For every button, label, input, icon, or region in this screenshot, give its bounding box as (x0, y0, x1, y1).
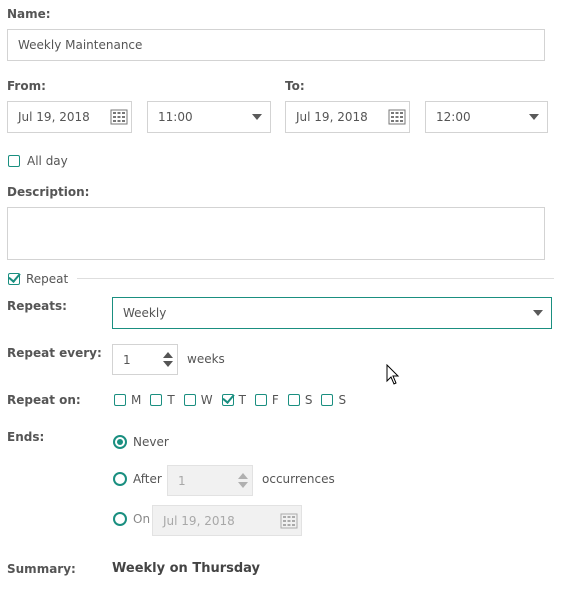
repeats-value: Weekly (123, 306, 167, 320)
stepper-up-icon[interactable] (163, 352, 173, 358)
summary-label: Summary: (7, 562, 76, 576)
description-textarea[interactable] (7, 207, 545, 260)
to-time-select[interactable]: 12:00 (425, 101, 548, 133)
ends-after-unit: occurrences (262, 472, 335, 486)
mouse-cursor-icon (386, 364, 400, 385)
ends-after-value: 1 (178, 473, 186, 488)
stepper-arrows[interactable] (236, 468, 250, 493)
all-day-label: All day (27, 154, 68, 168)
stepper-up-icon[interactable] (238, 473, 248, 479)
chevron-down-icon (252, 114, 262, 120)
ends-after-label: After (133, 472, 162, 486)
day-checkbox[interactable] (183, 394, 196, 406)
calendar-icon[interactable] (388, 109, 406, 125)
day-label: S (338, 393, 347, 407)
day-label: S (304, 393, 313, 407)
day-saturday[interactable]: S (287, 393, 313, 407)
to-label: To: (285, 79, 305, 93)
day-sunday[interactable]: S (321, 393, 346, 407)
day-checkbox[interactable] (254, 394, 267, 406)
all-day-checkbox[interactable]: All day (8, 154, 68, 168)
from-date-value: Jul 19, 2018 (18, 110, 90, 124)
from-time-select[interactable]: 11:00 (147, 101, 271, 133)
day-checkbox[interactable] (114, 394, 126, 406)
ends-on-label: On (133, 512, 151, 526)
day-wednesday[interactable]: W (183, 393, 213, 407)
ends-never-radio[interactable] (113, 435, 127, 449)
repeat-label: Repeat (26, 272, 69, 286)
description-label: Description: (7, 185, 90, 199)
to-time-value: 12:00 (436, 110, 471, 124)
day-label: T (238, 393, 246, 407)
ends-after-option[interactable]: After (113, 472, 162, 486)
repeats-select[interactable]: Weekly (112, 297, 552, 329)
summary-value: Weekly on Thursday (112, 561, 261, 576)
repeats-label: Repeats: (7, 299, 67, 313)
stepper-down-icon[interactable] (238, 482, 248, 488)
from-time-value: 11:00 (158, 110, 193, 124)
day-label: T (167, 393, 175, 407)
repeat-divider (77, 278, 554, 279)
repeat-every-label: Repeat every: (7, 346, 102, 360)
stepper-down-icon[interactable] (163, 361, 173, 367)
repeat-on-label: Repeat on: (7, 393, 81, 407)
day-friday[interactable]: F (254, 393, 279, 407)
day-label: M (131, 393, 142, 407)
name-input-value: Weekly Maintenance (18, 38, 143, 52)
day-monday[interactable]: M (114, 393, 141, 407)
day-thursday[interactable]: T (221, 393, 246, 407)
from-label: From: (7, 79, 46, 93)
ends-after-radio[interactable] (113, 472, 127, 486)
ends-on-radio[interactable] (113, 512, 127, 526)
ends-on-date-value: Jul 19, 2018 (163, 513, 235, 528)
calendar-icon[interactable] (280, 513, 298, 529)
to-date-value: Jul 19, 2018 (296, 110, 368, 124)
ends-on-option[interactable]: On (113, 512, 150, 526)
day-label: W (200, 393, 213, 407)
chevron-down-icon (529, 114, 539, 120)
repeat-on-days: M T W T F S S (114, 393, 355, 407)
ends-on-date-input[interactable]: Jul 19, 2018 (152, 505, 302, 536)
day-checkbox[interactable] (321, 394, 334, 406)
chevron-down-icon (533, 310, 543, 316)
to-date-input[interactable]: Jul 19, 2018 (285, 101, 410, 133)
repeat-every-stepper[interactable]: 1 (112, 344, 178, 375)
calendar-icon[interactable] (110, 109, 128, 125)
day-tuesday[interactable]: T (150, 393, 175, 407)
repeat-checkbox-box[interactable] (8, 273, 20, 285)
name-label: Name: (7, 7, 51, 21)
ends-after-stepper[interactable]: 1 (167, 465, 253, 496)
repeat-checkbox[interactable]: Repeat (8, 272, 68, 286)
day-checkbox[interactable] (221, 394, 234, 406)
day-checkbox[interactable] (150, 394, 163, 406)
day-label: F (271, 393, 279, 407)
from-date-input[interactable]: Jul 19, 2018 (7, 101, 132, 133)
ends-never-label: Never (133, 435, 169, 449)
repeat-every-unit: weeks (187, 352, 225, 366)
all-day-checkbox-box[interactable] (8, 155, 20, 167)
ends-label: Ends: (7, 430, 45, 444)
ends-never-option[interactable]: Never (113, 435, 169, 449)
repeat-every-value: 1 (123, 352, 131, 367)
day-checkbox[interactable] (287, 394, 300, 406)
name-input[interactable]: Weekly Maintenance (7, 29, 545, 61)
stepper-arrows[interactable] (161, 347, 175, 372)
